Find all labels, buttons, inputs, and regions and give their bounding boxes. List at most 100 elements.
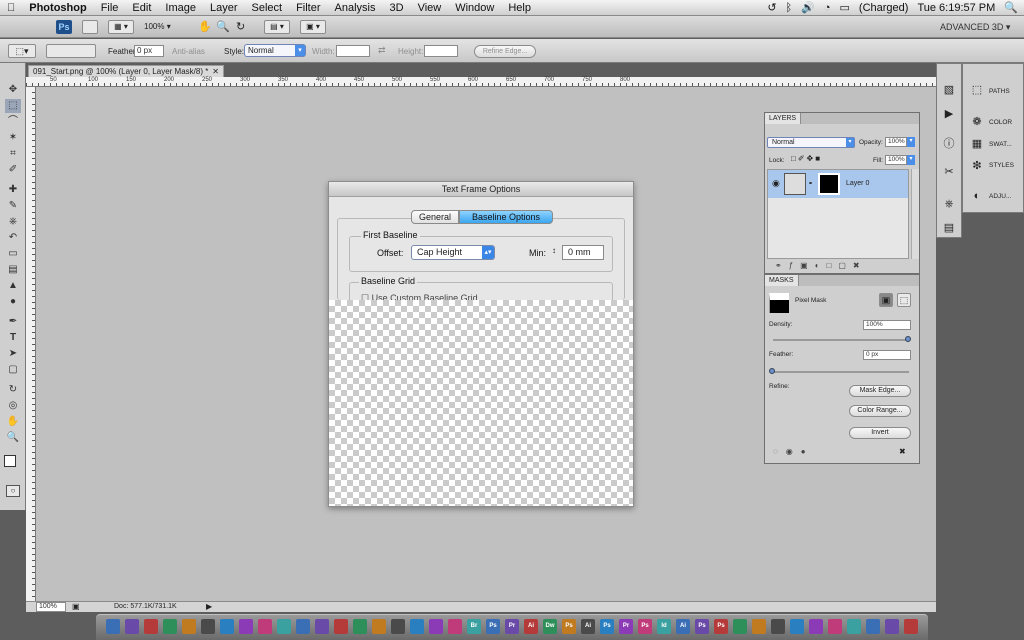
adjustments-label[interactable]: ADJU... <box>989 193 1011 200</box>
dock-app-icon[interactable] <box>904 619 918 634</box>
dock-app-icon[interactable]: Ai <box>524 619 538 634</box>
dock-app-icon[interactable] <box>771 619 785 634</box>
density-input[interactable]: 100% <box>863 320 911 330</box>
styles-icon[interactable]: ❇ <box>967 158 987 174</box>
dock-app-icon[interactable] <box>790 619 804 634</box>
notes-icon[interactable]: ▤ <box>939 220 959 236</box>
pixel-mask-button[interactable]: ▣ <box>879 293 893 307</box>
volume-icon[interactable]: 🔊 <box>801 1 815 14</box>
layer-row[interactable]: ◉ ⚭ Layer 0 <box>768 170 908 198</box>
feather-input[interactable]: 0 px <box>863 350 911 360</box>
dock-app-icon[interactable] <box>334 619 348 634</box>
dock-app-icon[interactable] <box>239 619 253 634</box>
dock-app-icon[interactable]: Pr <box>619 619 633 634</box>
actions-icon[interactable]: ▶ <box>939 106 959 122</box>
menu-view[interactable]: View <box>411 2 449 14</box>
brush-tool-icon[interactable]: ✎ <box>5 199 21 213</box>
dock-app-icon[interactable] <box>163 619 177 634</box>
dock-app-icon[interactable] <box>752 619 766 634</box>
hand-tool-icon[interactable]: ✋ <box>5 415 21 429</box>
dock-app-icon[interactable]: Br <box>467 619 481 634</box>
selection-mode-buttons[interactable] <box>46 44 96 58</box>
dock-app-icon[interactable] <box>258 619 272 634</box>
feather-slider-handle[interactable] <box>769 368 775 374</box>
dock-app-icon[interactable]: Ps <box>486 619 500 634</box>
dock-app-icon[interactable] <box>809 619 823 634</box>
crop-tool-icon[interactable]: ⌗ <box>5 147 21 161</box>
adjustments-icon[interactable]: ◐ <box>967 188 987 204</box>
foreground-color-swatch[interactable] <box>4 455 16 467</box>
bluetooth-icon[interactable]: ᛒ <box>786 2 793 14</box>
close-icon[interactable]: ✕ <box>212 66 219 77</box>
dock-app-icon[interactable] <box>410 619 424 634</box>
launch-bridge-button[interactable] <box>82 20 98 34</box>
menu-window[interactable]: Window <box>448 2 501 14</box>
healing-brush-tool-icon[interactable]: ✚ <box>5 183 21 197</box>
rotate-view-icon[interactable]: ↻ <box>236 20 245 33</box>
tool-presets-icon[interactable]: ✂ <box>939 164 959 180</box>
clone-stamp-tool-icon[interactable]: ⎈ <box>5 215 21 229</box>
document-tab[interactable]: 091_Start.png @ 100% (Layer 0, Layer Mas… <box>28 65 224 77</box>
status-menu-arrow-icon[interactable]: ▶ <box>206 602 212 612</box>
pen-tool-icon[interactable]: ✒ <box>5 315 21 329</box>
opacity-input[interactable]: 100% <box>885 137 907 147</box>
anti-alias-checkbox[interactable]: Anti-alias <box>172 47 205 56</box>
vector-mask-button[interactable]: ⬚ <box>897 293 911 307</box>
dock-app-icon[interactable] <box>315 619 329 634</box>
quick-selection-tool-icon[interactable]: ✶ <box>5 131 21 145</box>
swatches-label[interactable]: SWAT... <box>989 141 1012 148</box>
dock-app-icon[interactable] <box>220 619 234 634</box>
dock-app-icon[interactable]: Ps <box>695 619 709 634</box>
horizontal-ruler[interactable]: 50 100 150 200 250 300 350 400 450 500 5… <box>26 77 936 87</box>
lasso-tool-icon[interactable]: ⌒ <box>5 115 21 129</box>
clock[interactable]: Tue 6:19:57 PM <box>917 2 995 14</box>
shape-tool-icon[interactable]: ▢ <box>5 363 21 377</box>
path-selection-tool-icon[interactable]: ➤ <box>5 347 21 361</box>
swap-dimensions-icon[interactable]: ⇄ <box>378 45 386 56</box>
dock-app-icon[interactable]: Ps <box>638 619 652 634</box>
tool-preset-picker[interactable]: ⬚▾ <box>8 44 36 58</box>
height-input[interactable] <box>424 45 458 57</box>
wifi-icon[interactable]: ◔ <box>824 2 831 14</box>
quick-mask-icon[interactable]: ○ <box>6 485 20 497</box>
time-machine-icon[interactable]: ↺ <box>767 1 776 14</box>
menu-3d[interactable]: 3D <box>383 2 411 14</box>
menu-filter[interactable]: Filter <box>289 2 327 14</box>
dock-app-icon[interactable]: Id <box>657 619 671 634</box>
dock-app-icon[interactable] <box>144 619 158 634</box>
layers-tab[interactable]: LAYERS <box>765 113 802 124</box>
dock-app-icon[interactable] <box>391 619 405 634</box>
info-icon[interactable]: ⓘ <box>939 136 959 152</box>
dock-app-icon[interactable] <box>429 619 443 634</box>
menu-select[interactable]: Select <box>245 2 290 14</box>
blend-mode-select[interactable]: Normal ▾ <box>767 137 855 148</box>
vertical-ruler[interactable] <box>26 87 36 602</box>
menu-app-name[interactable]: Photoshop <box>22 2 93 14</box>
layer-name[interactable]: Layer 0 <box>846 180 869 187</box>
dock-app-icon[interactable] <box>885 619 899 634</box>
dock-app-icon[interactable]: Ai <box>581 619 595 634</box>
layer-actions-icons[interactable]: ⚭ƒ▣◐□▢✖ <box>775 261 867 270</box>
marquee-tool-icon[interactable]: ⬚ <box>5 99 21 113</box>
color-icon[interactable]: ❁ <box>967 114 987 130</box>
dock-app-icon[interactable]: Ps <box>600 619 614 634</box>
opacity-slider-icon[interactable]: ▾ <box>907 137 915 147</box>
visibility-eye-icon[interactable]: ◉ <box>772 178 780 189</box>
zoom-level-menu[interactable]: 100% ▾ <box>144 22 171 31</box>
dock-app-icon[interactable] <box>201 619 215 634</box>
style-select[interactable]: Normal ▾ <box>244 44 306 57</box>
paths-label[interactable]: PATHS <box>989 88 1010 95</box>
menu-layer[interactable]: Layer <box>203 2 245 14</box>
dock-app-icon[interactable] <box>125 619 139 634</box>
dodge-tool-icon[interactable]: ● <box>5 295 21 309</box>
history-brush-tool-icon[interactable]: ↶ <box>5 231 21 245</box>
menu-edit[interactable]: Edit <box>125 2 158 14</box>
dock-app-icon[interactable]: Ps <box>562 619 576 634</box>
hand-tool-icon[interactable]: ✋ <box>198 20 212 33</box>
dock-app-icon[interactable] <box>182 619 196 634</box>
styles-label[interactable]: STYLES <box>989 162 1014 169</box>
mask-edge-button[interactable]: Mask Edge... <box>849 385 911 397</box>
spotlight-icon[interactable]: 🔍 <box>1004 1 1018 14</box>
menu-file[interactable]: File <box>94 2 126 14</box>
density-slider-handle[interactable] <box>905 336 911 342</box>
